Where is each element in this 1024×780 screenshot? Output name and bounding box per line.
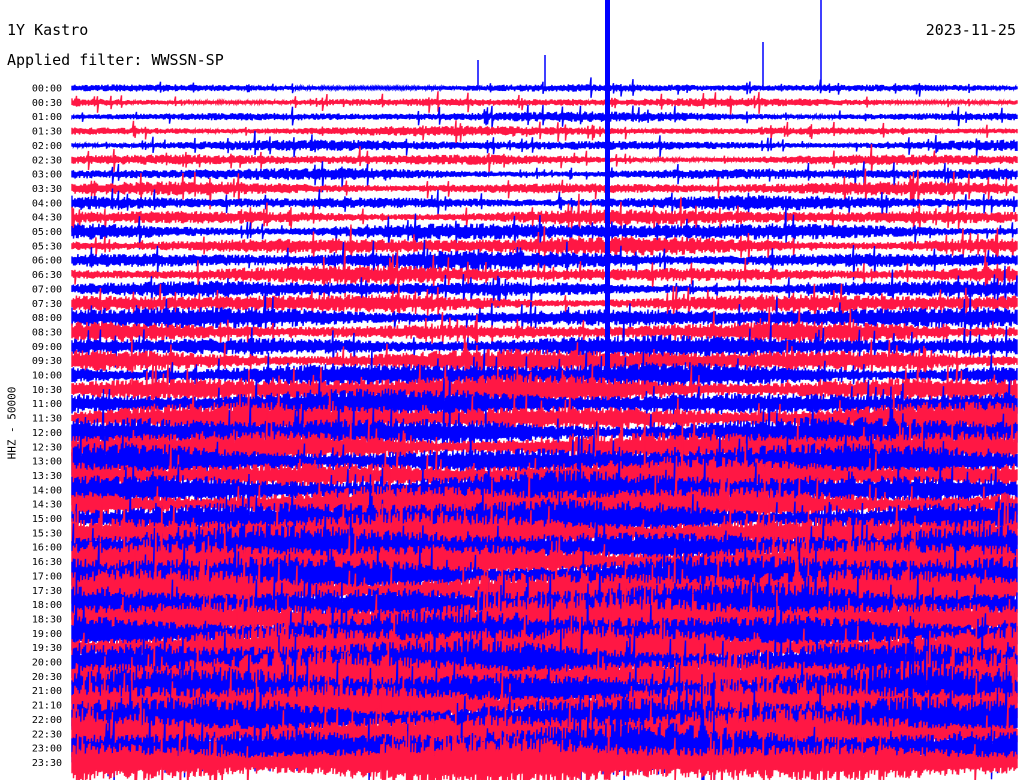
time-tick-label: 02:00 — [32, 141, 62, 152]
time-tick-label: 08:00 — [32, 313, 62, 324]
time-tick-label: 16:30 — [32, 557, 62, 568]
time-tick-label: 10:30 — [32, 385, 62, 396]
time-tick-label: 07:00 — [32, 284, 62, 295]
time-tick-label: 15:30 — [32, 528, 62, 539]
time-tick-label: 03:30 — [32, 184, 62, 195]
time-tick-label: 02:30 — [32, 155, 62, 166]
time-tick-label: 20:00 — [32, 658, 62, 669]
time-tick-label: 18:30 — [32, 614, 62, 625]
time-tick-label: 03:00 — [32, 170, 62, 181]
time-tick-label: 12:00 — [32, 428, 62, 439]
time-tick-label: 19:00 — [32, 629, 62, 640]
time-tick-label: 21:00 — [32, 686, 62, 697]
time-tick-label: 11:30 — [32, 414, 62, 425]
trace-row-01:00 — [71, 104, 1018, 129]
time-tick-label: 21:10 — [32, 701, 62, 712]
trace-row-02:00 — [71, 130, 1018, 158]
time-tick-label: 07:30 — [32, 299, 62, 310]
time-tick-label: 23:30 — [32, 758, 62, 769]
time-tick-label: 23:00 — [32, 744, 62, 755]
time-tick-label: 19:30 — [32, 643, 62, 654]
time-tick-label: 08:30 — [32, 327, 62, 338]
time-tick-label: 11:00 — [32, 399, 62, 410]
time-tick-label: 01:00 — [32, 112, 62, 123]
trace-row-01:30 — [71, 120, 1018, 146]
time-tick-label: 09:30 — [32, 356, 62, 367]
time-tick-label: 12:30 — [32, 442, 62, 453]
time-tick-label: 09:00 — [32, 342, 62, 353]
trace-row-00:30 — [71, 91, 1018, 116]
time-tick-label: 14:30 — [32, 500, 62, 511]
time-tick-label: 13:30 — [32, 471, 62, 482]
time-tick-label: 06:00 — [32, 256, 62, 267]
time-tick-label: 00:00 — [32, 84, 62, 95]
helicorder-plot: 00:00 00:30 01:00 01:30 02:00 02:30 03:00 03:30… — [30, 0, 1018, 780]
time-tick-label: 20:30 — [32, 672, 62, 683]
time-tick-label: 18:00 — [32, 600, 62, 611]
time-tick-label: 06:30 — [32, 270, 62, 281]
trace-group — [71, 77, 1018, 780]
time-tick-label: 14:00 — [32, 485, 62, 496]
time-tick-label: 04:30 — [32, 213, 62, 224]
time-tick-label: 15:00 — [32, 514, 62, 525]
time-tick-label: 05:30 — [32, 241, 62, 252]
time-tick-label: 04:00 — [32, 198, 62, 209]
time-tick-label: 00:30 — [32, 98, 62, 109]
time-tick-label: 17:00 — [32, 571, 62, 582]
time-tick-label: 05:00 — [32, 227, 62, 238]
time-tick-label: 10:00 — [32, 371, 62, 382]
time-tick-label: 17:30 — [32, 586, 62, 597]
time-tick-label: 13:00 — [32, 457, 62, 468]
time-tick-label: 22:00 — [32, 715, 62, 726]
time-tick-label: 16:00 — [32, 543, 62, 554]
time-tick-label: 01:30 — [32, 127, 62, 138]
time-tick-label: 22:30 — [32, 729, 62, 740]
event-spike — [605, 0, 610, 372]
